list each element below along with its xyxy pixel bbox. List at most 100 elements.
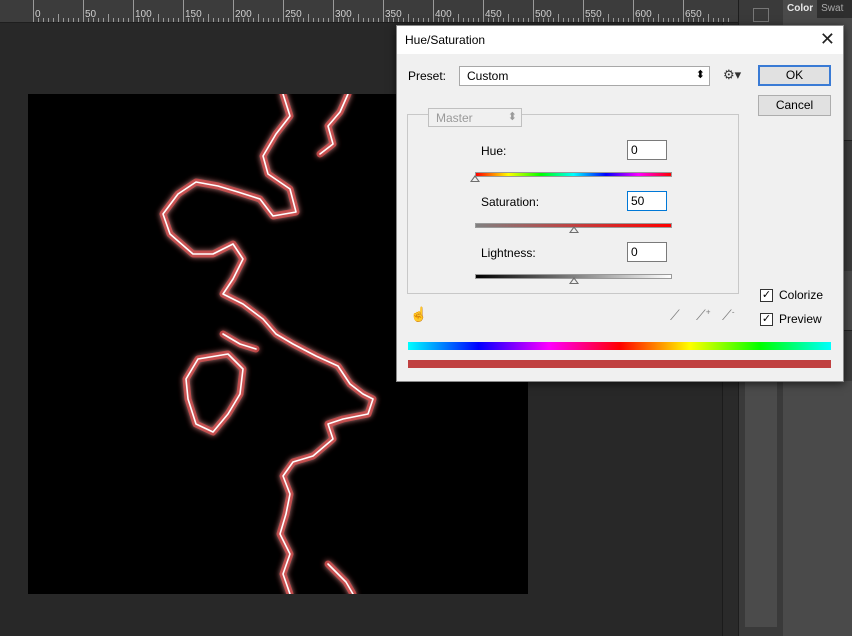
ruler-minor-tick: [288, 18, 289, 22]
ruler-minor-tick: [403, 18, 404, 22]
ruler-minor-tick: [103, 18, 104, 22]
ruler-minor-tick: [228, 18, 229, 22]
saturation-slider-thumb[interactable]: [568, 226, 579, 233]
ruler-minor-tick: [648, 18, 649, 22]
colorize-checkbox[interactable]: ✓: [760, 289, 773, 302]
ruler-minor-tick: [508, 14, 509, 22]
dialog-title: Hue/Saturation: [405, 33, 486, 47]
ruler-minor-tick: [448, 18, 449, 22]
ruler-minor-tick: [463, 18, 464, 22]
ruler-minor-tick: [378, 18, 379, 22]
ruler-minor-tick: [538, 18, 539, 22]
ruler-minor-tick: [453, 18, 454, 22]
ruler-minor-tick: [478, 18, 479, 22]
ruler-minor-tick: [673, 18, 674, 22]
ruler-minor-tick: [593, 18, 594, 22]
ruler-minor-tick: [728, 18, 729, 22]
dialog-titlebar[interactable]: Hue/Saturation ✕: [397, 26, 843, 54]
ruler-minor-tick: [643, 18, 644, 22]
eyedropper-plus-icon[interactable]: ⟋+: [696, 307, 710, 324]
chevron-updown-icon: ⬍: [507, 111, 517, 123]
ruler-minor-tick: [113, 18, 114, 22]
ruler-minor-tick: [363, 18, 364, 22]
ruler-minor-tick: [628, 18, 629, 22]
colorize-label: Colorize: [779, 288, 824, 302]
ruler-minor-tick: [303, 18, 304, 22]
channel-select[interactable]: Master ⬍: [428, 108, 522, 127]
ruler-major-tick: [83, 0, 84, 22]
ruler-minor-tick: [393, 18, 394, 22]
ruler-minor-tick: [703, 18, 704, 22]
ruler-minor-tick: [603, 18, 604, 22]
ruler-minor-tick: [218, 18, 219, 22]
ruler-minor-tick: [358, 14, 359, 22]
hue-slider-thumb[interactable]: [470, 175, 480, 182]
ruler-minor-tick: [313, 18, 314, 22]
hue-slider-track[interactable]: [475, 172, 672, 177]
chevron-updown-icon: ⬍: [695, 69, 705, 81]
ruler-major-tick: [533, 0, 534, 22]
ruler-major-tick: [683, 0, 684, 22]
ruler-minor-tick: [203, 18, 204, 22]
ruler-minor-tick: [693, 18, 694, 22]
close-icon[interactable]: ✕: [820, 29, 835, 49]
panel-collapse-icon[interactable]: [753, 8, 769, 22]
ruler-minor-tick: [373, 18, 374, 22]
ruler-minor-tick: [418, 18, 419, 22]
ruler-minor-tick: [408, 14, 409, 22]
ruler-major-tick: [333, 0, 334, 22]
ruler-minor-tick: [653, 18, 654, 22]
tab-swatches[interactable]: Swat: [817, 0, 847, 18]
ruler-minor-tick: [178, 18, 179, 22]
lightness-field[interactable]: 0: [627, 242, 667, 262]
ruler-minor-tick: [713, 18, 714, 22]
ruler-minor-tick: [118, 18, 119, 22]
ruler-minor-tick: [428, 18, 429, 22]
ruler-minor-tick: [608, 14, 609, 22]
ruler-minor-tick: [473, 18, 474, 22]
ruler-minor-tick: [553, 18, 554, 22]
ruler-minor-tick: [298, 18, 299, 22]
preview-checkbox[interactable]: ✓: [760, 313, 773, 326]
ruler-minor-tick: [618, 18, 619, 22]
ruler-major-tick: [433, 0, 434, 22]
ruler-minor-tick: [53, 18, 54, 22]
eyedropper-minus-icon[interactable]: ⟋-: [722, 307, 734, 324]
ruler-minor-tick: [163, 18, 164, 22]
ruler-major-tick: [183, 0, 184, 22]
ruler-minor-tick: [158, 14, 159, 22]
ruler-minor-tick: [248, 18, 249, 22]
ruler-minor-tick: [188, 18, 189, 22]
ruler-minor-tick: [488, 18, 489, 22]
saturation-field[interactable]: 50: [627, 191, 667, 211]
preset-select[interactable]: Custom ⬍: [459, 66, 710, 86]
ruler-minor-tick: [388, 18, 389, 22]
horizontal-ruler: 0 50 100 150 200 250 300 350 400 450 500 550 600 650: [0, 0, 738, 23]
ruler-minor-tick: [708, 14, 709, 22]
lightness-slider-thumb[interactable]: [568, 277, 579, 284]
gear-icon[interactable]: ⚙▾: [723, 67, 741, 83]
ruler-minor-tick: [278, 18, 279, 22]
ruler-minor-tick: [198, 18, 199, 22]
ruler-minor-tick: [468, 18, 469, 22]
eyedropper-icon[interactable]: ⟋: [670, 307, 680, 324]
ruler-minor-tick: [168, 18, 169, 22]
hue-field[interactable]: 0: [627, 140, 667, 160]
ok-button[interactable]: OK: [758, 65, 831, 86]
cancel-button[interactable]: Cancel: [758, 95, 831, 116]
ruler-minor-tick: [513, 18, 514, 22]
tab-color[interactable]: Color: [783, 0, 818, 18]
channel-value: Master: [436, 111, 473, 125]
ruler-major-tick: [233, 0, 234, 22]
hand-icon[interactable]: ☝: [410, 306, 427, 323]
ruler-minor-tick: [318, 18, 319, 22]
panel-tabs: Color Swat: [783, 0, 852, 18]
ruler-major-tick: [483, 0, 484, 22]
ruler-label: 50: [85, 9, 97, 20]
ruler-minor-tick: [498, 18, 499, 22]
ruler-minor-tick: [503, 18, 504, 22]
ruler-minor-tick: [413, 18, 414, 22]
ruler-minor-tick: [273, 18, 274, 22]
ruler-minor-tick: [423, 18, 424, 22]
preview-label: Preview: [779, 312, 822, 326]
